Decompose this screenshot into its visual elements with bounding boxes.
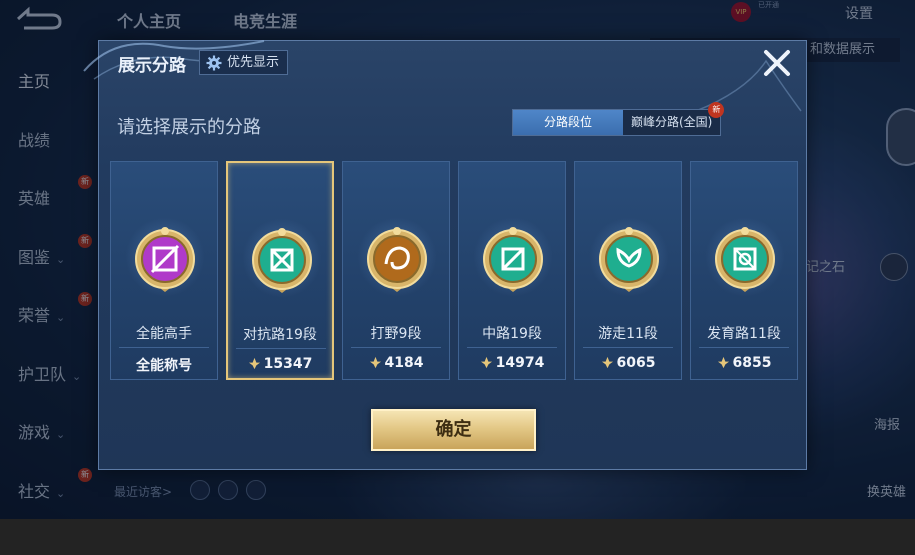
lane-card-score: 14974 <box>459 355 565 371</box>
lane-display-modal: 展示分路 优先显示 请选择展示的分路 分路段位 巅峰分路(全国) 新 全能高手 … <box>83 40 807 470</box>
lane-card[interactable]: 对抗路19段 15347 <box>226 161 334 380</box>
tab-peak-lane-national[interactable]: 巅峰分路(全国) 新 <box>623 102 725 135</box>
lane-card-name: 中路19段 <box>482 326 542 342</box>
lane-card-score-value: 15347 <box>263 356 313 372</box>
lane-card-name: 对抗路19段 <box>243 327 317 343</box>
priority-display-label: 优先显示 <box>227 55 280 70</box>
tab-peak-lane-label: 巅峰分路(全国) <box>631 115 713 129</box>
peak-score-icon <box>601 356 613 369</box>
lane-card-score-value: 14974 <box>495 355 545 371</box>
lane-card-score-value: 6855 <box>732 355 772 371</box>
gear-icon <box>206 55 222 70</box>
lane-card[interactable]: 中路19段 14974 <box>458 161 566 380</box>
lane-card-score-value: 6065 <box>616 355 656 371</box>
lane-card-score: 4184 <box>343 355 449 371</box>
card-divider <box>467 347 557 348</box>
lane-card-score: 6065 <box>575 355 681 371</box>
close-icon[interactable] <box>761 47 793 79</box>
lane-card-name: 游走11段 <box>598 326 658 342</box>
lane-card-name: 打野9段 <box>370 326 422 342</box>
lane-card-score-value: 4184 <box>384 355 424 371</box>
modal-title: 展示分路 <box>118 56 186 76</box>
lane-card-name: 发育路11段 <box>707 326 781 342</box>
lane-card-score: 6855 <box>691 355 797 371</box>
lane-card-list: 全能高手 全能称号 对抗路19段 15347 打野9段 4184 中路19段 14974 游走1… <box>110 161 800 381</box>
tab-lane-rank[interactable]: 分路段位 <box>513 110 623 135</box>
farm-lane-emblem-icon <box>715 227 775 292</box>
peak-score-icon <box>369 356 381 369</box>
modal-subtitle: 请选择展示的分路 <box>117 117 261 138</box>
peak-score-icon <box>717 356 729 369</box>
card-divider <box>583 347 673 348</box>
card-divider <box>236 348 326 349</box>
game-screen: 个人主页 电竞生涯 VIP 已开通 设置 和数据展示 主页 战绩 英雄新图鉴 ⌄ 新荣誉… <box>0 0 915 519</box>
mid-lane-emblem-icon <box>483 227 543 292</box>
lane-card[interactable]: 发育路11段 6855 <box>690 161 798 380</box>
bottom-bar <box>0 519 915 555</box>
jungle-emblem-icon <box>367 227 427 292</box>
clash-lane-emblem-icon <box>252 228 312 293</box>
lane-card-score: 全能称号 <box>111 355 217 375</box>
lane-card[interactable]: 打野9段 4184 <box>342 161 450 380</box>
lane-card-name: 全能高手 <box>136 326 192 342</box>
card-divider <box>351 347 441 348</box>
peak-score-icon <box>248 357 260 370</box>
lane-type-segmented-control: 分路段位 巅峰分路(全国) 新 <box>512 102 725 136</box>
card-divider <box>119 347 209 348</box>
lane-card-score: 15347 <box>228 356 332 372</box>
priority-display-button[interactable]: 优先显示 <box>199 50 289 75</box>
all-round-emblem-icon <box>135 227 195 292</box>
peak-score-icon <box>480 356 492 369</box>
roam-emblem-icon <box>599 227 659 292</box>
card-divider <box>699 347 789 348</box>
lane-card-score-value: 全能称号 <box>136 358 192 374</box>
lane-card[interactable]: 全能高手 全能称号 <box>110 161 218 380</box>
confirm-button[interactable]: 确定 <box>371 409 536 451</box>
lane-card[interactable]: 游走11段 6065 <box>574 161 682 380</box>
